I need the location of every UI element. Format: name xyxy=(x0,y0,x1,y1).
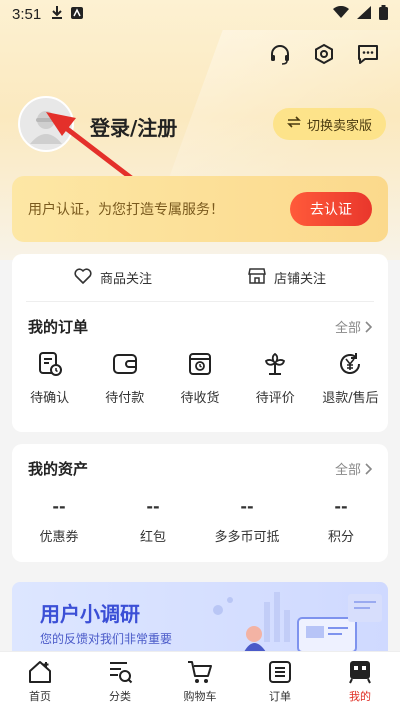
chevron-right-icon xyxy=(365,462,372,475)
header-actions xyxy=(268,42,380,66)
switch-icon xyxy=(287,116,301,132)
asset-coins-label: 多多币可抵 xyxy=(214,530,280,545)
store-icon xyxy=(248,267,266,288)
follow-stores[interactable]: 店铺关注 xyxy=(200,267,374,288)
home-icon xyxy=(29,660,51,683)
nav-cart-label: 购物车 xyxy=(183,689,217,703)
orders-icon xyxy=(269,660,291,683)
orders-all-link[interactable]: 全部 xyxy=(335,317,372,336)
order-refund[interactable]: 退款/售后 xyxy=(313,351,388,406)
bottom-nav: 首页 分类 购物车 订单 我的 xyxy=(0,651,400,711)
order-pending-confirm[interactable]: 待确认 xyxy=(12,351,87,406)
asset-coupons[interactable]: -- 优惠券 xyxy=(12,497,106,545)
survey-title: 用户小调研 xyxy=(40,602,140,626)
cart-icon xyxy=(188,660,212,683)
nav-category-label: 分类 xyxy=(109,689,131,703)
asset-red-packets[interactable]: -- 红包 xyxy=(106,497,200,545)
assets-title: 我的资产 xyxy=(28,460,89,478)
settings-hexagon-icon[interactable] xyxy=(312,42,336,66)
asset-coins[interactable]: -- 多多币可抵 xyxy=(200,497,294,545)
category-icon xyxy=(110,661,133,683)
asset-red-packets-label: 红包 xyxy=(139,530,166,545)
verify-banner: 用户认证，为您打造专属服务！ 去认证 xyxy=(12,176,388,242)
order-pending-payment[interactable]: 待付款 xyxy=(87,351,162,406)
orders-header: 我的订单 全部 xyxy=(12,302,388,337)
nav-orders-label: 订单 xyxy=(269,689,291,703)
follow-products-label: 商品关注 xyxy=(99,272,152,287)
orders-title: 我的订单 xyxy=(28,318,89,336)
follow-row: 商品关注 店铺关注 xyxy=(26,254,374,302)
review-flower-icon xyxy=(265,352,286,375)
survey-illustration xyxy=(213,592,382,652)
order-pending-review[interactable]: 待评价 xyxy=(238,351,313,406)
mine-icon xyxy=(349,660,371,683)
nav-home[interactable]: 首页 xyxy=(0,652,80,711)
status-bar: 3:51 xyxy=(0,0,400,28)
asset-points-value: -- xyxy=(334,497,348,516)
asset-coins-value: -- xyxy=(240,497,254,516)
status-time: 3:51 xyxy=(12,5,42,23)
asset-coupons-value: -- xyxy=(52,497,66,516)
asset-points[interactable]: -- 积分 xyxy=(294,497,388,545)
nav-mine[interactable]: 我的 xyxy=(320,652,400,711)
download-icon xyxy=(51,5,63,23)
order-pending-receipt-label: 待收货 xyxy=(180,391,220,406)
orders-row: 待确认 待付款 待收货 待评价 退款/售后 xyxy=(12,351,388,406)
headset-icon[interactable] xyxy=(268,42,292,66)
login-register-link[interactable]: 登录/注册 xyxy=(90,112,177,141)
nav-mine-label: 我的 xyxy=(349,689,371,703)
wifi-icon xyxy=(333,5,349,23)
switch-seller-button[interactable]: 切换卖家版 xyxy=(272,108,386,140)
delivery-box-icon xyxy=(189,353,211,375)
asset-red-packets-value: -- xyxy=(146,497,160,516)
order-pending-receipt[interactable]: 待收货 xyxy=(162,351,237,406)
nav-category[interactable]: 分类 xyxy=(80,652,160,711)
switch-seller-label: 切换卖家版 xyxy=(306,118,372,134)
app-notification-icon xyxy=(71,5,84,23)
order-pending-confirm-label: 待确认 xyxy=(30,391,70,406)
asset-points-label: 积分 xyxy=(327,530,354,545)
assets-row: -- 优惠券 -- 红包 -- 多多币可抵 -- 积分 xyxy=(12,497,388,545)
order-refund-label: 退款/售后 xyxy=(322,391,379,406)
battery-icon xyxy=(379,4,388,24)
survey-subtitle: 您的反馈对我们非常重要 xyxy=(40,632,173,646)
wallet-icon xyxy=(112,354,137,374)
assets-header: 我的资产 全部 xyxy=(12,444,388,479)
orders-all-label: 全部 xyxy=(334,321,361,336)
follow-products[interactable]: 商品关注 xyxy=(26,267,200,288)
heart-icon xyxy=(74,267,92,288)
order-pending-payment-label: 待付款 xyxy=(105,391,145,406)
orders-card: 商品关注 店铺关注 我的订单 全部 待确认 待付款 待收货 待评价 退款/售后 xyxy=(12,254,388,432)
assets-all-label: 全部 xyxy=(334,463,361,478)
assets-card: 我的资产 全部 -- 优惠券 -- 红包 -- 多多币可抵 -- 积分 xyxy=(12,444,388,562)
assets-all-link[interactable]: 全部 xyxy=(335,459,372,478)
pending-confirm-icon xyxy=(38,352,62,376)
message-icon[interactable] xyxy=(356,42,380,66)
nav-home-label: 首页 xyxy=(29,689,51,703)
asset-coupons-label: 优惠券 xyxy=(39,530,79,545)
chevron-right-icon xyxy=(365,320,372,333)
follow-stores-label: 店铺关注 xyxy=(273,272,326,287)
avatar[interactable] xyxy=(18,96,74,152)
refund-icon xyxy=(340,353,361,374)
order-pending-review-label: 待评价 xyxy=(255,391,295,406)
nav-cart[interactable]: 购物车 xyxy=(160,652,240,711)
verify-text: 用户认证，为您打造专属服务！ xyxy=(28,202,224,218)
verify-button[interactable]: 去认证 xyxy=(290,192,372,226)
signal-icon xyxy=(357,5,371,23)
survey-banner[interactable]: 用户小调研 您的反馈对我们非常重要 xyxy=(12,582,388,652)
nav-orders[interactable]: 订单 xyxy=(240,652,320,711)
